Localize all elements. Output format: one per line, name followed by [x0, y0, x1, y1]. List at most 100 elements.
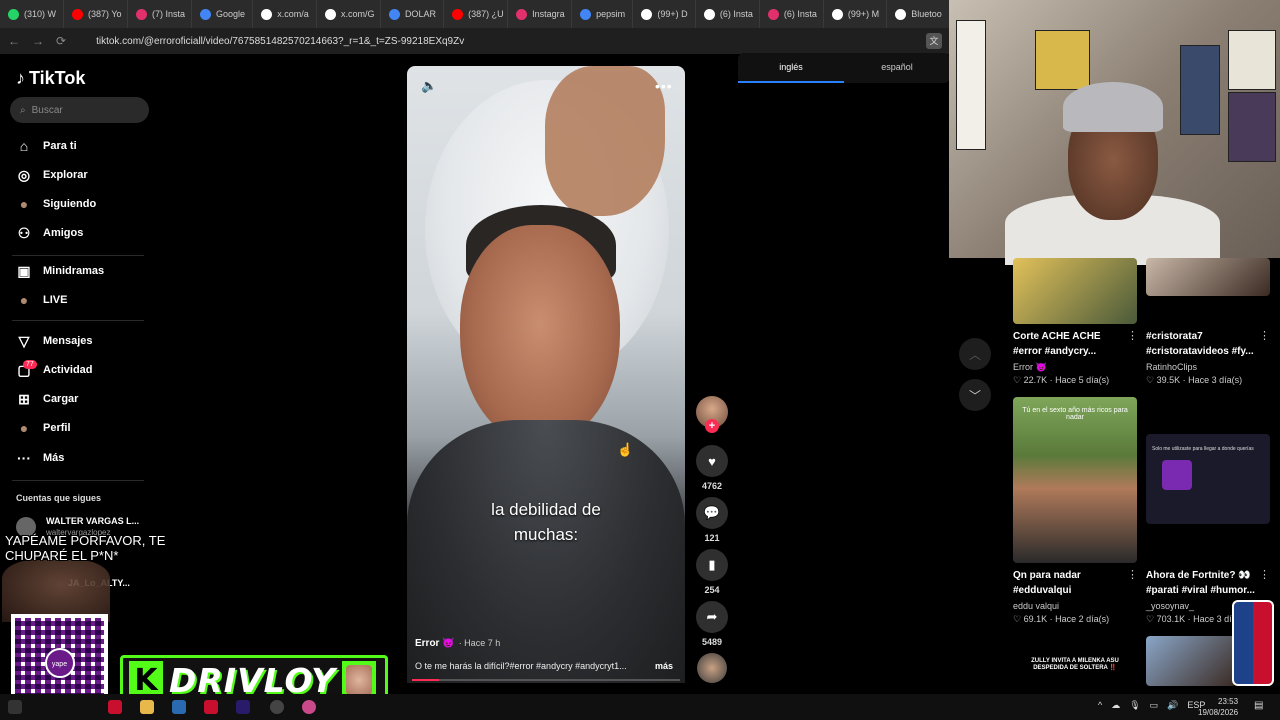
divider: [12, 480, 144, 481]
browser-tab[interactable]: x.com/a: [253, 0, 317, 28]
tiktok-note-icon: ♪: [16, 68, 25, 88]
nba-logo: [1232, 600, 1274, 686]
feed-user[interactable]: RatinhoClips: [1146, 362, 1197, 372]
browser-tab[interactable]: (6) Insta: [760, 0, 824, 28]
feed-more-icon[interactable]: ⋮: [1259, 568, 1270, 581]
feed-thumbnail[interactable]: Solo me utilizaste para llegar a donde q…: [1146, 434, 1270, 524]
more-options-icon[interactable]: •••: [655, 78, 673, 94]
feed-more-icon[interactable]: ⋮: [1127, 568, 1138, 581]
browser-tab-strip: (310) W (387) Yo (7) Insta Google x.com/a x.c…: [0, 0, 950, 28]
more-link[interactable]: más: [655, 661, 673, 671]
browser-tab[interactable]: (310) W: [0, 0, 64, 28]
browser-tab[interactable]: (387) ¿U: [444, 0, 509, 28]
app-icon[interactable]: [302, 700, 316, 714]
feed-title[interactable]: Corte ACHE ACHE: [1013, 329, 1131, 344]
comment-button[interactable]: 💬: [696, 497, 728, 529]
thumbnail-text: Tú en el sexto año más ricos para nadar: [1022, 407, 1128, 421]
browser-tab[interactable]: (6) Insta: [696, 0, 760, 28]
browser-tab[interactable]: (387) Yo: [64, 0, 128, 28]
sidebar-item-mensajes[interactable]: ▽ Mensajes: [15, 332, 93, 350]
tiktok-logo[interactable]: ♪ TikTok: [16, 68, 85, 89]
back-icon[interactable]: ←: [8, 34, 20, 48]
share-button[interactable]: ➦: [696, 601, 728, 633]
mic-icon[interactable]: 🎙: [1129, 700, 1140, 711]
share-count: 5489: [701, 637, 723, 647]
browser-tab-label: Bluetoo: [911, 9, 942, 19]
feed-title[interactable]: #cristorata7: [1146, 329, 1264, 344]
premiere-icon[interactable]: [236, 700, 250, 714]
feed-more-icon[interactable]: ⋮: [1259, 329, 1270, 342]
forward-icon[interactable]: →: [32, 34, 44, 48]
sidebar-item-perfil[interactable]: ● Perfil: [15, 419, 71, 437]
browser-tab[interactable]: (7) Insta: [128, 0, 192, 28]
volume-icon[interactable]: 🔈: [421, 78, 437, 94]
feed-title[interactable]: #edduvalqui: [1013, 583, 1131, 598]
notification-icon[interactable]: ▤: [1254, 700, 1263, 711]
video-author[interactable]: Error 😈 · Hace 7 h: [415, 638, 500, 649]
feed-user[interactable]: eddu valqui: [1013, 601, 1059, 611]
steam-icon[interactable]: [172, 700, 186, 714]
sidebar-item-siguiendo[interactable]: ● Siguiendo: [15, 195, 96, 213]
feed-title[interactable]: #error #andycry...: [1013, 344, 1131, 359]
sidebar-item-amigos[interactable]: ⚇ Amigos: [15, 224, 84, 242]
save-button[interactable]: ▮: [696, 549, 728, 581]
prev-video-button[interactable]: ︿: [959, 338, 991, 370]
like-button[interactable]: ♥: [696, 445, 728, 477]
divider: [12, 255, 144, 256]
browser-tab[interactable]: Instagra: [508, 0, 573, 28]
feed-title[interactable]: #cristoratavideos #fy...: [1146, 344, 1264, 359]
browser-tab[interactable]: x.com/G: [317, 0, 381, 28]
sidebar-item-más[interactable]: ··· Más: [15, 449, 64, 467]
cloud-icon[interactable]: ☁: [1111, 700, 1120, 711]
chevron-up-icon[interactable]: ^: [1098, 700, 1102, 711]
feed-thumbnail[interactable]: [1146, 258, 1270, 296]
feed-title[interactable]: Qn para nadar: [1013, 568, 1131, 583]
next-video-button[interactable]: ﹀: [959, 379, 991, 411]
folder-icon[interactable]: [140, 700, 154, 714]
feed-meta: ♡ 69.1K · Hace 2 día(s): [1013, 614, 1110, 624]
browser-tab[interactable]: (99+) D: [633, 0, 696, 28]
feed-thumbnail[interactable]: [1146, 636, 1236, 686]
sidebar-item-explorar[interactable]: ◎ Explorar: [15, 166, 88, 184]
app-icon[interactable]: [204, 700, 218, 714]
instagram-icon: [516, 8, 528, 20]
url-field[interactable]: tiktok.com/@erroroficiall/video/76758514…: [96, 36, 464, 47]
tab-ingles[interactable]: inglés: [738, 53, 844, 83]
app-icon[interactable]: [108, 700, 122, 714]
feed-title[interactable]: #parati #viral #humor...: [1146, 583, 1264, 598]
sidebar-item-live[interactable]: ● LIVE: [15, 291, 68, 309]
feed-thumbnail[interactable]: ZULLY INVITA A MILENKA ASU DESPEDIDA DE …: [1013, 636, 1137, 686]
wall-poster: [1035, 30, 1090, 90]
browser-tab[interactable]: Google: [192, 0, 254, 28]
sidebar-item-minidramas[interactable]: ▣ Minidramas: [15, 262, 104, 280]
feed-thumbnail[interactable]: Tú en el sexto año más ricos para nadar: [1013, 397, 1137, 563]
browser-tab[interactable]: Bluetoo: [887, 0, 950, 28]
music-disc[interactable]: [697, 653, 727, 683]
browser-tab[interactable]: DOLAR: [381, 0, 445, 28]
translate-icon[interactable]: 文: [926, 33, 942, 49]
following-name[interactable]: WALTER VARGAS L...: [46, 516, 139, 526]
sidebar-item-para-ti[interactable]: ⌂ Para ti: [15, 137, 77, 155]
sidebar-item-cargar[interactable]: ⊞ Cargar: [15, 390, 78, 408]
reload-icon[interactable]: ⟳: [56, 34, 66, 48]
speaker-icon[interactable]: 🔊: [1167, 700, 1178, 711]
feed-user[interactable]: Error 😈: [1013, 362, 1047, 373]
progress-fill: [412, 679, 439, 681]
progress-bar[interactable]: [412, 679, 680, 681]
feed-title[interactable]: Ahora de Fortnite? 👀: [1146, 568, 1264, 583]
tab-espanol[interactable]: español: [844, 53, 950, 83]
sidebar-item-label: Minidramas: [43, 265, 105, 277]
search-input[interactable]: ⌕ Buscar: [10, 97, 149, 123]
wall-poster: [1228, 92, 1276, 162]
browser-tab[interactable]: pepsim: [572, 0, 634, 28]
network-icon[interactable]: ▭: [1150, 700, 1159, 711]
google-icon: [580, 8, 592, 20]
feed-thumbnail[interactable]: [1013, 258, 1137, 324]
obs-icon[interactable]: [270, 700, 284, 714]
follow-plus-icon[interactable]: +: [705, 419, 719, 433]
browser-tab[interactable]: (99+) M: [824, 0, 888, 28]
feed-user[interactable]: _yosoynav_: [1146, 601, 1194, 611]
start-icon[interactable]: [8, 700, 22, 714]
feed-more-icon[interactable]: ⋮: [1127, 329, 1138, 342]
clock[interactable]: 23:53 19/08/2026: [1198, 696, 1238, 718]
